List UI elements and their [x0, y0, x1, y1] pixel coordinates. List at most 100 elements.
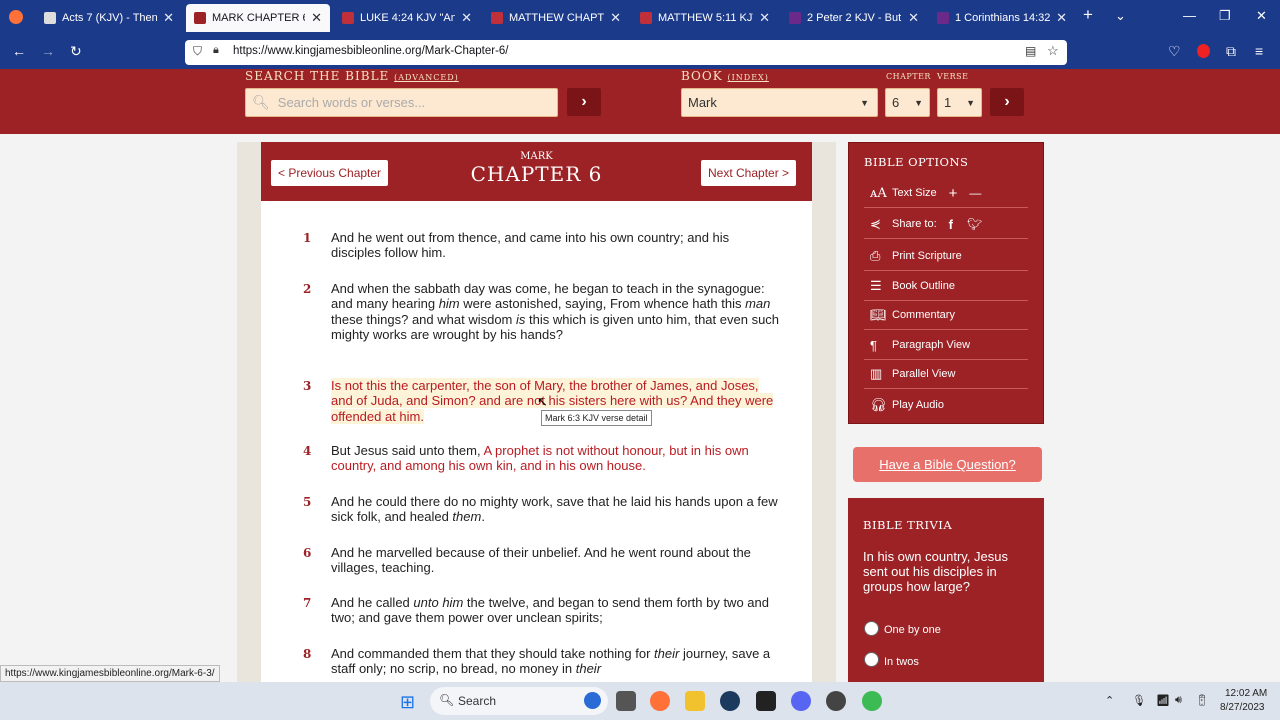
tab-title: MATTHEW CHAPTER 10 [509, 12, 605, 24]
share-label: Share to: [892, 218, 937, 230]
task-view-icon[interactable] [616, 691, 636, 711]
next-chapter-button[interactable]: Next Chapter > [701, 160, 797, 186]
verse-number[interactable]: 8 [303, 647, 311, 661]
browser-tab[interactable]: LUKE 4:24 KJV "And he s ✕ [334, 4, 480, 32]
verse-2[interactable]: And when the sabbath day was come, he be… [331, 281, 781, 342]
verse-text: . [481, 509, 485, 525]
back-icon[interactable]: ← [12, 43, 26, 59]
verse-6[interactable]: And he marvelled because of their unbeli… [331, 545, 781, 576]
book-outline-link[interactable]: ☰ Book Outline [864, 272, 1028, 301]
chapter-select[interactable]: 6 ▼ [885, 88, 930, 117]
trivia-answer-radio[interactable] [864, 652, 879, 667]
speaker-icon[interactable]: 🔊︎ [1175, 694, 1182, 707]
menu-icon[interactable]: ≡ [1255, 43, 1263, 59]
text-size-decrease-button[interactable]: — [969, 186, 981, 200]
browser-tab-active[interactable]: MARK CHAPTER 6 KJV ✕ [186, 4, 330, 32]
taskbar-time[interactable]: 12:02 AM [1225, 688, 1267, 699]
minimize-icon[interactable]: — [1183, 8, 1196, 23]
print-scripture-link[interactable]: ⎙ Print Scripture [864, 242, 1028, 271]
extension-icon[interactable] [1197, 44, 1210, 58]
browser-tab[interactable]: MATTHEW CHAPTER 10 ✕ [483, 4, 629, 32]
tab-title: LUKE 4:24 KJV "And he s [360, 12, 456, 24]
firefox-menu-icon[interactable] [9, 10, 23, 24]
play-audio-link[interactable]: 🎧︎ Play Audio [864, 390, 1028, 419]
verse-number[interactable]: 4 [303, 444, 311, 458]
chatgpt-icon[interactable] [826, 691, 846, 711]
discord-icon[interactable] [791, 691, 811, 711]
close-icon[interactable]: ✕ [759, 10, 770, 26]
parallel-view-link[interactable]: ▥ Parallel View [864, 360, 1028, 389]
microphone-icon[interactable]: 🎙︎ [1132, 694, 1146, 707]
go-to-verse-button[interactable]: › [990, 88, 1024, 116]
browser-tab[interactable]: 1 Corinthians 14:32-34 K ✕ [929, 4, 1075, 32]
browser-tab[interactable]: MATTHEW 5:11 KJV "Ble ✕ [632, 4, 778, 32]
paragraph-view-link[interactable]: ¶ Paragraph View [864, 331, 1028, 360]
close-icon[interactable]: ✕ [163, 10, 174, 26]
steam-icon[interactable] [720, 691, 740, 711]
verse-number[interactable]: 3 [303, 379, 311, 393]
book-index-link[interactable]: (INDEX) [728, 73, 769, 82]
book-select[interactable]: Mark ▼ [681, 88, 878, 117]
close-icon[interactable]: ✕ [908, 10, 919, 26]
verse-number[interactable]: 5 [303, 495, 311, 509]
extensions-icon[interactable]: ⧉ [1226, 43, 1236, 60]
lock-icon[interactable]: 🔒︎ [213, 44, 219, 57]
url-bar[interactable]: ⛉ 🔒︎ https://www.kingjamesbibleonline.or… [185, 40, 1067, 65]
close-icon[interactable]: ✕ [610, 10, 621, 26]
browser-tab[interactable]: 2 Peter 2 KJV - But there ✕ [781, 4, 927, 32]
verse-8[interactable]: And commanded them that they should take… [331, 646, 781, 677]
chevron-down-icon[interactable]: ⌄ [1115, 8, 1126, 24]
verse-1[interactable]: And he went out from thence, and came in… [331, 230, 781, 261]
chrome-icon[interactable] [862, 691, 882, 711]
trivia-answer-radio[interactable] [864, 621, 879, 636]
pocket-icon[interactable]: ♡ [1168, 43, 1181, 60]
text-size-row: ᴀA Text Size + — [864, 179, 1028, 208]
verse-5[interactable]: And he could there do no mighty work, sa… [331, 494, 781, 525]
windows-taskbar: ⊞ 🔍︎ Search ⌃ 🎙︎ 📶︎ 🔊︎ 🔋︎ 12:02 AM 8/27/… [0, 682, 1280, 720]
verse-number[interactable]: 7 [303, 596, 311, 610]
reader-view-icon[interactable]: ▤ [1025, 44, 1036, 58]
browser-tab[interactable]: Acts 7 (KJV) - Then said ✕ [36, 4, 182, 32]
verse-number[interactable]: 1 [303, 231, 311, 245]
reload-icon[interactable]: ↻ [70, 43, 82, 60]
taskbar-search[interactable]: 🔍︎ Search [430, 687, 608, 715]
search-input[interactable]: 🔍︎ Search words or verses... [245, 88, 558, 117]
taskbar-date[interactable]: 8/27/2023 [1220, 702, 1265, 713]
verse-label: VERSE [937, 72, 969, 81]
ask-question-button[interactable]: Have a Bible Question? [853, 447, 1042, 482]
firefox-taskbar-icon[interactable] [650, 691, 670, 711]
facebook-icon[interactable]: f [949, 217, 953, 232]
restore-icon[interactable]: ❐ [1219, 8, 1231, 24]
bookmark-star-icon[interactable]: ☆ [1047, 43, 1059, 59]
text-size-increase-button[interactable]: + [949, 185, 958, 202]
verse-select[interactable]: 1 ▼ [937, 88, 982, 117]
chevron-up-icon[interactable]: ⌃ [1105, 694, 1114, 707]
verse-number[interactable]: 6 [303, 546, 311, 560]
wifi-icon[interactable]: 📶︎ [1156, 694, 1170, 707]
share-row: ⋞ Share to: f 🐦︎ [864, 210, 1028, 239]
trivia-title: BIBLE TRIVIA [863, 518, 953, 532]
search-placeholder: Search words or verses... [277, 95, 426, 110]
search-go-button[interactable]: › [567, 88, 601, 116]
advanced-search-link[interactable]: (ADVANCED) [394, 73, 459, 82]
twitter-icon[interactable]: 🐦︎ [967, 217, 982, 231]
verse-number[interactable]: 2 [303, 282, 311, 296]
close-window-icon[interactable]: ✕ [1256, 8, 1267, 24]
close-icon[interactable]: ✕ [311, 10, 322, 26]
shield-icon[interactable]: ⛉ [193, 44, 202, 59]
trivia-answer-label[interactable]: One by one [884, 624, 941, 636]
close-icon[interactable]: ✕ [1056, 10, 1067, 26]
windows-start-icon[interactable]: ⊞ [400, 692, 415, 713]
trivia-answer-label[interactable]: In twos [884, 656, 919, 668]
verse-7[interactable]: And he called unto him the twelve, and b… [331, 595, 781, 626]
forward-icon[interactable]: → [41, 43, 55, 59]
file-explorer-icon[interactable] [685, 691, 705, 711]
verse-text: were astonished, saying, From whence hat… [459, 296, 746, 312]
commentary-link[interactable]: 📖︎ Commentary [864, 301, 1028, 330]
verse-4[interactable]: But Jesus said unto them, A prophet is n… [331, 443, 781, 474]
battery-icon[interactable]: 🔋︎ [1195, 694, 1209, 707]
mouse-cursor-icon: ↖ [537, 394, 548, 409]
epic-games-icon[interactable] [756, 691, 776, 711]
close-icon[interactable]: ✕ [461, 10, 472, 26]
new-tab-icon[interactable]: + [1083, 5, 1093, 25]
